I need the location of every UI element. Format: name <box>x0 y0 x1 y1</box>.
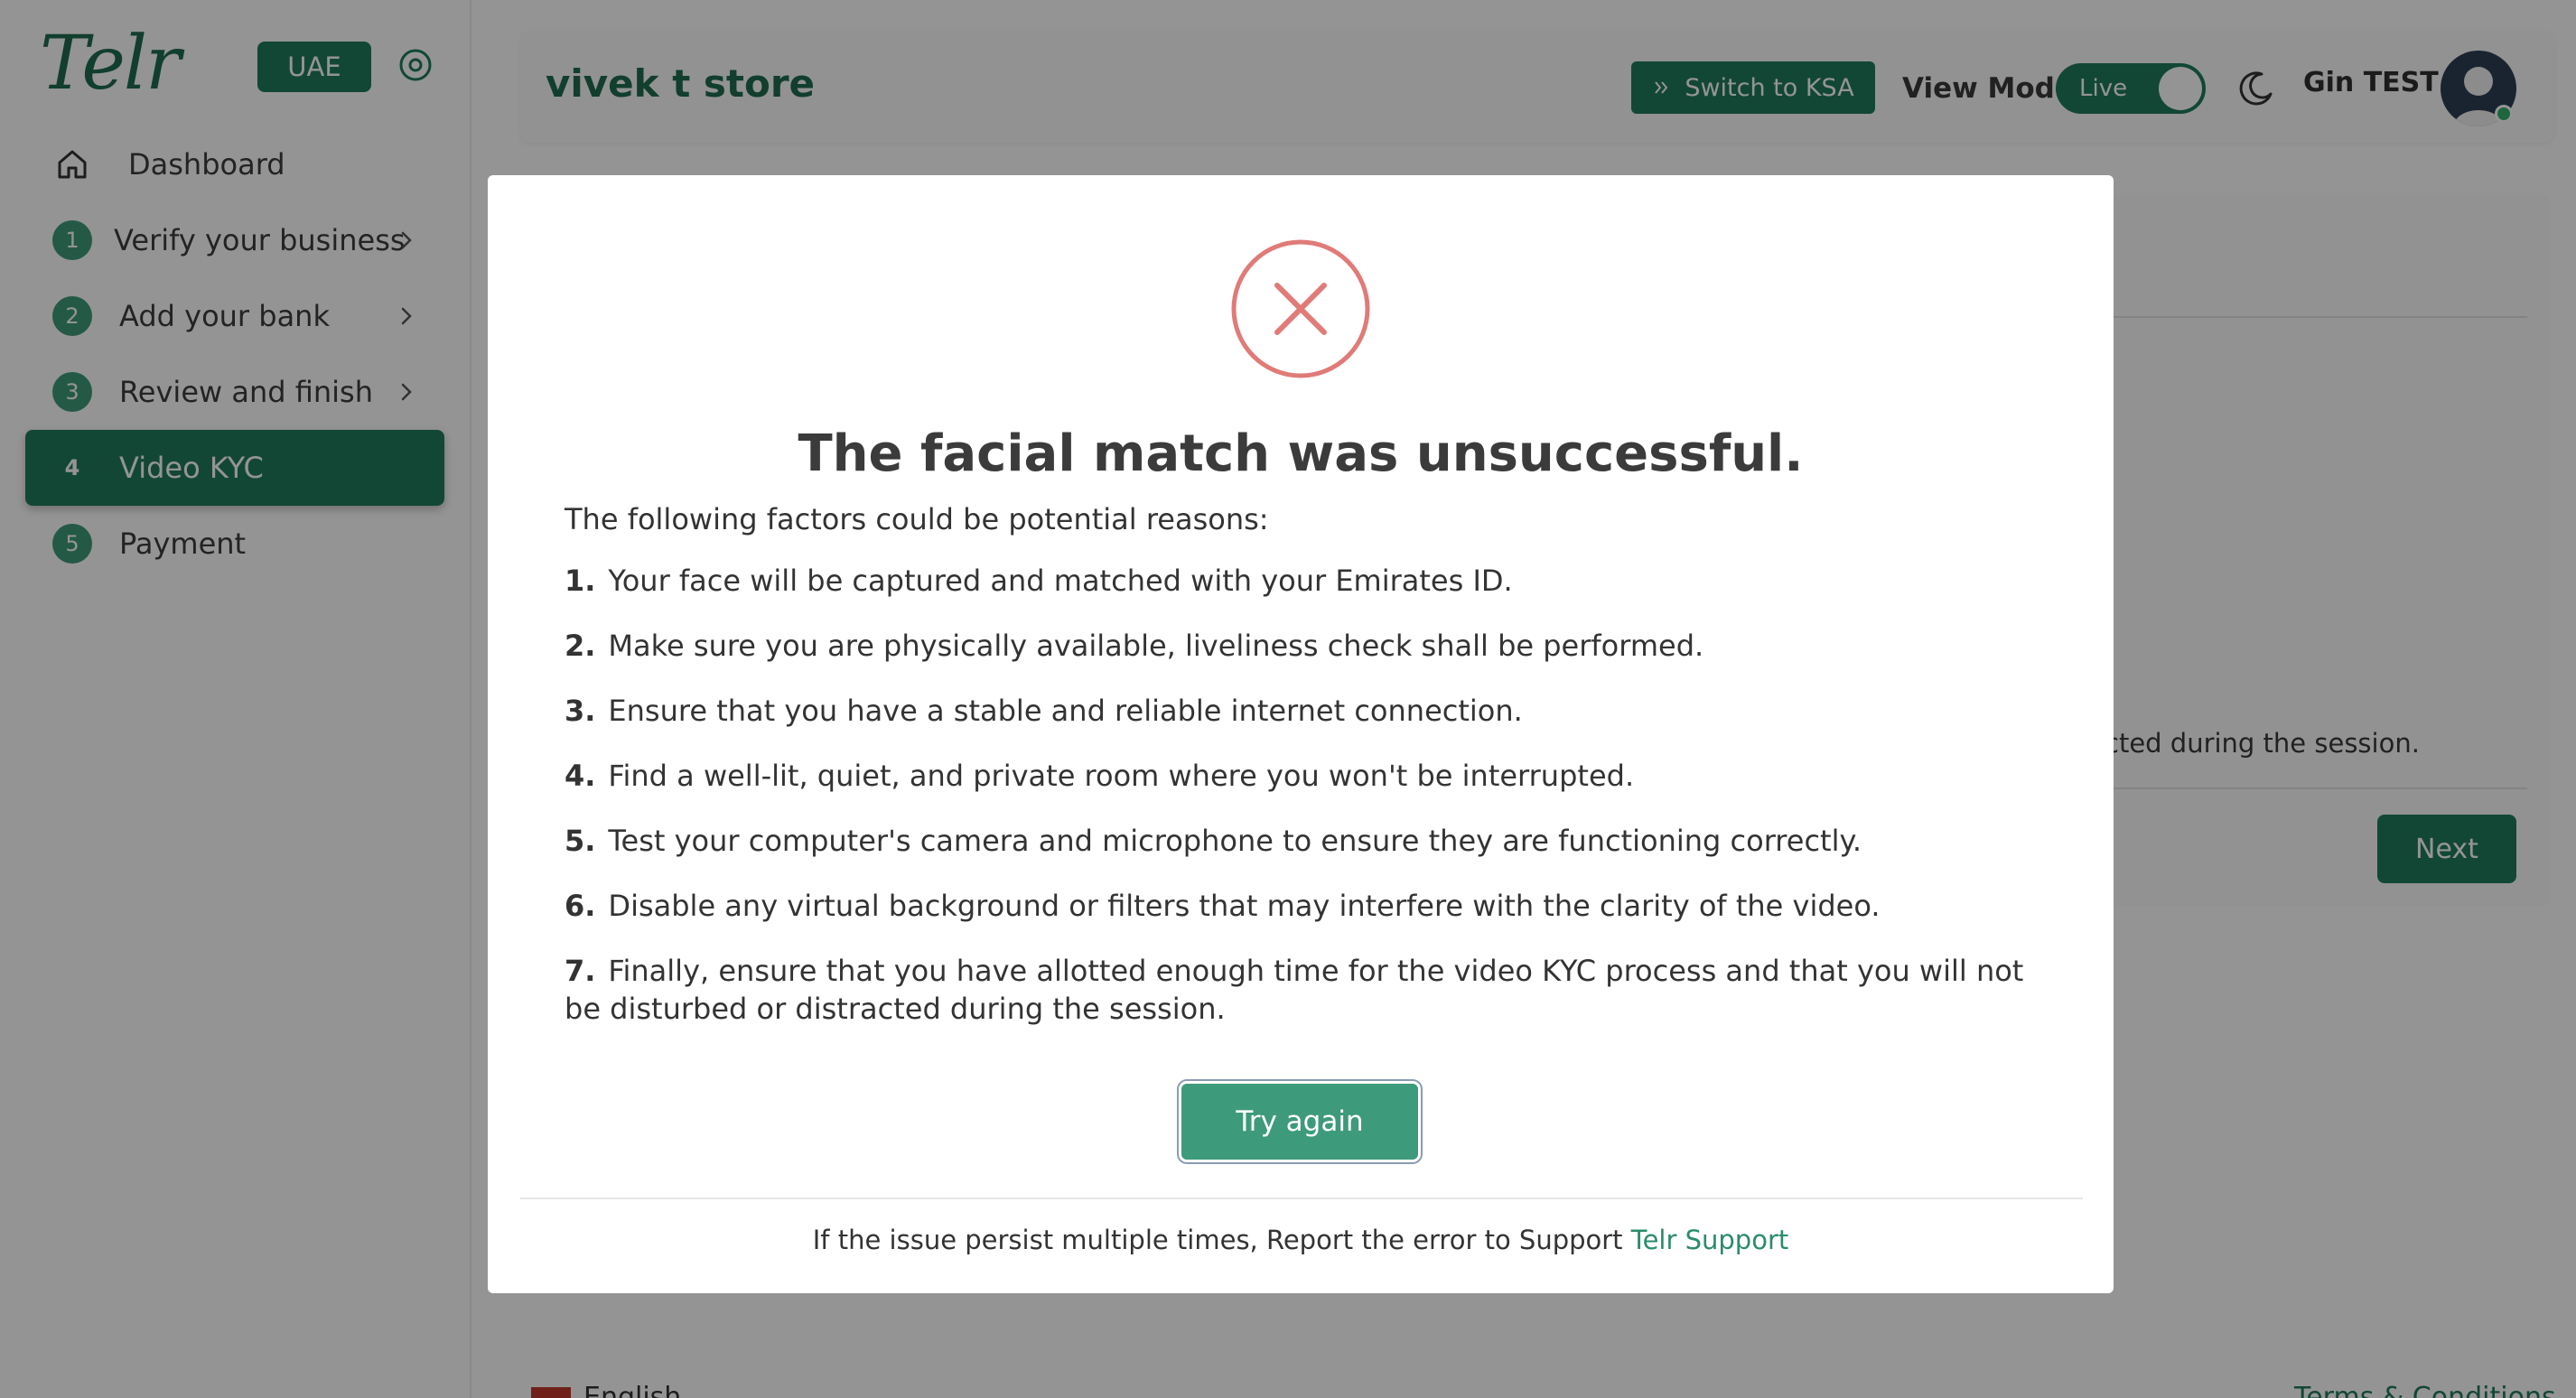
list-text: Finally, ensure that you have allotted e… <box>565 954 2024 1026</box>
support-text: If the issue persist multiple times, Rep… <box>812 1225 1631 1255</box>
list-number: 3. <box>565 694 596 728</box>
list-item: 6. Disable any virtual background or filt… <box>565 887 2046 925</box>
list-number: 4. <box>565 759 596 793</box>
list-text: Make sure you are physically available, … <box>608 629 1704 663</box>
list-item: 4. Find a well-lit, quiet, and private ro… <box>565 757 2046 795</box>
list-number: 6. <box>565 889 596 923</box>
modal-intro: The following factors could be potential… <box>565 502 1269 536</box>
facial-match-error-modal: The facial match was unsuccessful. The f… <box>488 175 2114 1293</box>
modal-footer-divider <box>520 1198 2083 1199</box>
list-number: 1. <box>565 564 596 598</box>
modal-title: The facial match was unsuccessful. <box>798 424 1804 483</box>
reasons-list: 1. Your face will be captured and matched… <box>565 562 2046 1055</box>
support-message: If the issue persist multiple times, Rep… <box>488 1225 2114 1255</box>
try-again-button[interactable]: Try again <box>1181 1084 1418 1160</box>
list-text: Test your computer's camera and micropho… <box>608 824 1862 858</box>
list-text: Your face will be captured and matched w… <box>608 564 1513 598</box>
list-item: 1. Your face will be captured and matched… <box>565 562 2046 600</box>
list-text: Disable any virtual background or filter… <box>608 889 1881 923</box>
error-x-icon <box>1231 239 1370 378</box>
list-text: Find a well-lit, quiet, and private room… <box>608 759 1635 793</box>
telr-support-link[interactable]: Telr Support <box>1631 1225 1788 1255</box>
list-item: 7. Finally, ensure that you have allotted… <box>565 952 2046 1028</box>
list-number: 2. <box>565 629 596 663</box>
list-item: 5. Test your computer's camera and microp… <box>565 822 2046 860</box>
list-number: 5. <box>565 824 596 858</box>
list-text: Ensure that you have a stable and reliab… <box>608 694 1523 728</box>
list-item: 3. Ensure that you have a stable and reli… <box>565 692 2046 730</box>
list-item: 2. Make sure you are physically available… <box>565 627 2046 665</box>
list-number: 7. <box>565 954 596 988</box>
